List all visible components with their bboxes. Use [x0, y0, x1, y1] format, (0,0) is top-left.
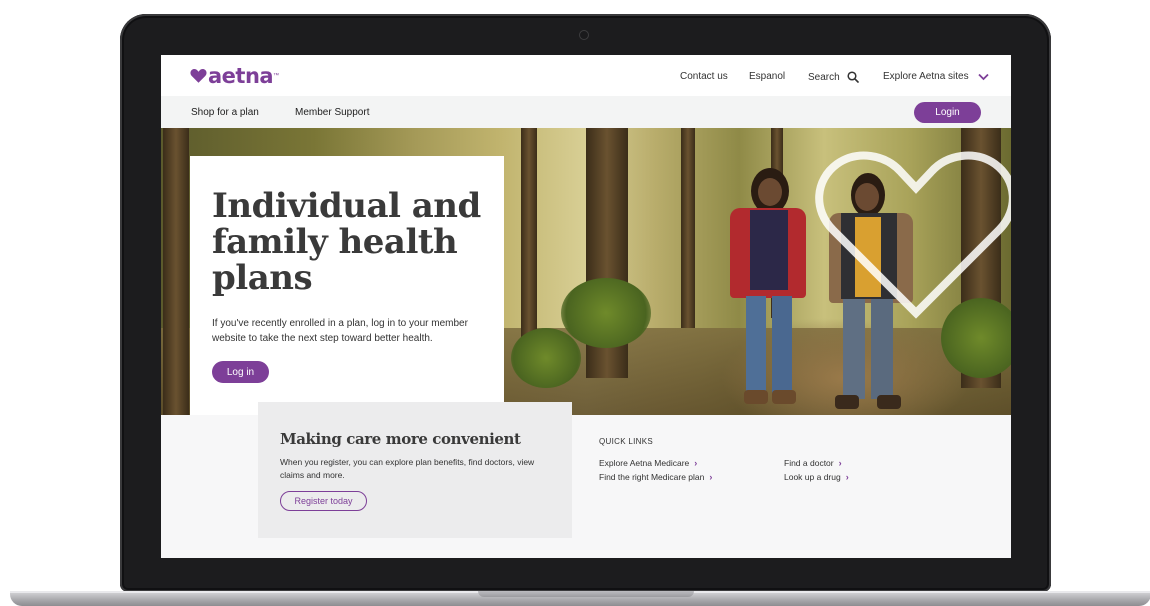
register-promo-card: Making care more convenient When you reg…: [258, 402, 572, 538]
hiker-woman: [726, 168, 816, 408]
quick-link-find-a-doctor[interactable]: Find a doctor ›: [784, 458, 842, 468]
quick-link-label: Look up a drug: [784, 472, 841, 482]
aetna-logo[interactable]: aetna ™: [190, 64, 280, 88]
chevron-right-icon: ›: [845, 472, 849, 482]
tree-trunk: [521, 128, 537, 358]
browser-screen: aetna ™ Contact us Espanol Search Explor…: [161, 55, 1011, 558]
hero-title: Individual and family health plans: [212, 186, 481, 298]
hero-login-button[interactable]: Log in: [212, 361, 269, 383]
chevron-right-icon: ›: [709, 472, 713, 482]
quick-link-label: Find the right Medicare plan: [599, 472, 705, 482]
heart-outline-graphic: [815, 151, 1011, 319]
moss: [511, 328, 581, 388]
quick-link-label: Find a doctor: [784, 458, 834, 468]
laptop-base-notch: [478, 591, 694, 597]
quick-link-find-medicare-plan[interactable]: Find the right Medicare plan ›: [599, 472, 712, 482]
nav-member-support[interactable]: Member Support: [295, 107, 369, 118]
hero-banner: Individual and family health plans If yo…: [161, 128, 1011, 415]
chevron-right-icon: ›: [694, 458, 698, 468]
explore-sites-dropdown[interactable]: Explore Aetna sites: [883, 71, 989, 82]
promo-title: Making care more convenient: [280, 430, 521, 448]
logo-wordmark: aetna: [208, 64, 274, 88]
chevron-down-icon: [977, 73, 989, 80]
moss: [561, 278, 651, 348]
sub-navigation: Shop for a plan Member Support Login: [161, 96, 1011, 128]
explore-sites-label: Explore Aetna sites: [883, 71, 969, 82]
quick-link-explore-aetna-medicare[interactable]: Explore Aetna Medicare ›: [599, 458, 697, 468]
quick-link-label: Explore Aetna Medicare: [599, 458, 690, 468]
chevron-right-icon: ›: [838, 458, 842, 468]
login-button[interactable]: Login: [914, 102, 981, 123]
contact-us-link[interactable]: Contact us: [680, 71, 728, 82]
tree-trunk: [681, 128, 695, 328]
nav-shop-for-a-plan[interactable]: Shop for a plan: [191, 107, 259, 118]
hero-description: If you've recently enrolled in a plan, l…: [212, 318, 468, 344]
search-button[interactable]: Search: [808, 71, 859, 83]
promo-description: When you register, you can explore plan …: [280, 457, 535, 480]
heart-logo-icon: [190, 69, 207, 83]
register-today-button[interactable]: Register today: [280, 491, 367, 511]
top-header: aetna ™ Contact us Espanol Search Explor…: [161, 55, 1011, 96]
hero-card: Individual and family health plans If yo…: [190, 156, 504, 415]
camera-icon: [579, 30, 589, 40]
search-icon: [847, 71, 859, 83]
search-label: Search: [808, 71, 840, 83]
quick-link-look-up-a-drug[interactable]: Look up a drug ›: [784, 472, 849, 482]
quick-links-heading: QUICK LINKS: [599, 437, 653, 446]
espanol-link[interactable]: Espanol: [749, 71, 785, 82]
logo-trademark: ™: [273, 73, 280, 79]
tree-trunk: [163, 128, 189, 415]
